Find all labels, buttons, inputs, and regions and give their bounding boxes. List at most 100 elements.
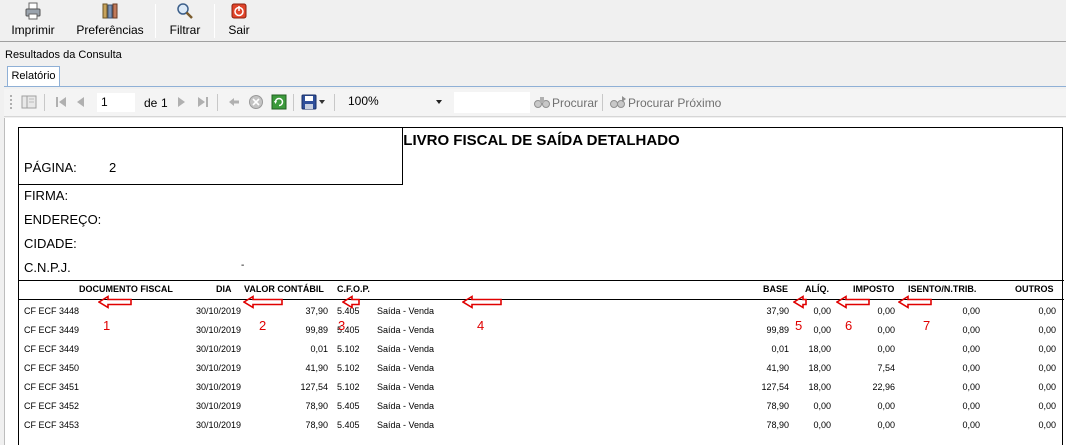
annotation-arrow-icon xyxy=(342,295,360,309)
toolbar-divider xyxy=(214,4,215,38)
annotation-number: 5 xyxy=(795,318,803,333)
page-label: PÁGINA: xyxy=(24,160,77,175)
toolbar-divider xyxy=(44,94,45,111)
report-toolbar: 1 de 1 100% Procurar Procurar Próximo xyxy=(4,89,1066,117)
filter-magnifier-icon xyxy=(176,2,194,20)
table-row: CF ECF 3450 30/10/2019 41,90 5.102 Saída - V… xyxy=(19,360,1064,379)
tab-report[interactable]: Relatório xyxy=(7,66,60,87)
preferences-icon xyxy=(101,2,119,20)
last-page-icon[interactable] xyxy=(196,95,210,112)
header-box-bottom xyxy=(19,184,403,185)
cnpj-value: - xyxy=(241,260,245,271)
report-viewer[interactable]: LIVRO FISCAL DE SAÍDA DETALHADO PÁGINA: … xyxy=(4,118,1066,445)
document-map-icon[interactable] xyxy=(21,94,37,113)
page-total: 1 xyxy=(161,96,168,110)
find-next-icon xyxy=(610,95,626,112)
cell-dia: 30/10/2019 xyxy=(195,363,241,373)
zoom-select[interactable]: 100% xyxy=(344,92,448,113)
table-row: CF ECF 3449 30/10/2019 99,89 5.405 Saída - V… xyxy=(19,322,1064,341)
save-icon[interactable] xyxy=(301,94,317,113)
print-button[interactable]: Imprimir xyxy=(8,2,58,40)
stop-icon[interactable] xyxy=(248,94,264,113)
annotation-number: 2 xyxy=(259,318,267,333)
toolbar-divider xyxy=(217,94,218,111)
cell-dia: 30/10/2019 xyxy=(195,401,241,411)
page-number: 2 xyxy=(109,160,117,175)
cell-aliq: 18,00 xyxy=(808,363,831,373)
cell-outros: 0,00 xyxy=(1038,344,1056,354)
find-next-button[interactable]: Procurar Próximo xyxy=(628,96,721,110)
cell-desc: Saída - Venda xyxy=(377,420,435,430)
cell-aliq: 0,00 xyxy=(813,401,831,411)
back-icon[interactable] xyxy=(227,95,241,112)
annotation-number: 7 xyxy=(923,318,931,333)
cell-outros: 0,00 xyxy=(1038,420,1056,430)
cell-valor: 78,90 xyxy=(305,401,328,411)
export-dropdown-arrow-icon[interactable] xyxy=(319,100,325,104)
cell-desc: Saída - Venda xyxy=(377,382,435,392)
cell-cfop: 5.102 xyxy=(337,382,360,392)
filter-label: Filtrar xyxy=(169,23,201,37)
find-input[interactable] xyxy=(454,92,530,113)
previous-page-icon[interactable] xyxy=(74,95,88,112)
cell-base: 99,89 xyxy=(766,325,789,335)
first-page-icon[interactable] xyxy=(54,95,68,112)
cell-isento: 0,00 xyxy=(962,382,980,392)
cell-dia: 30/10/2019 xyxy=(195,382,241,392)
cell-base: 37,90 xyxy=(766,306,789,316)
toolbar-divider xyxy=(293,94,294,111)
page-of-label: de xyxy=(144,96,158,110)
filter-button[interactable]: Filtrar xyxy=(167,2,203,40)
toolbar-divider xyxy=(334,94,335,111)
cell-doc: CF ECF 3449 xyxy=(24,344,80,354)
exit-button[interactable]: Sair xyxy=(225,2,253,40)
report-page: LIVRO FISCAL DE SAÍDA DETALHADO PÁGINA: … xyxy=(18,127,1064,445)
cell-base: 41,90 xyxy=(766,363,789,373)
exit-icon xyxy=(230,2,248,20)
annotation-arrow-icon xyxy=(462,295,502,309)
cell-cfop: 5.405 xyxy=(337,420,360,430)
column-header-isento: ISENTO/N.TRIB. xyxy=(908,284,977,294)
next-page-icon[interactable] xyxy=(174,95,188,112)
cell-dia: 30/10/2019 xyxy=(195,344,241,354)
cell-cfop: 5.102 xyxy=(337,344,360,354)
cell-desc: Saída - Venda xyxy=(377,306,435,316)
preferences-button[interactable]: Preferências xyxy=(75,2,145,40)
cell-valor: 0,01 xyxy=(310,344,328,354)
refresh-icon[interactable] xyxy=(271,94,287,113)
cell-dia: 30/10/2019 xyxy=(195,325,241,335)
cell-doc: CF ECF 3452 xyxy=(24,401,80,411)
find-button[interactable]: Procurar xyxy=(552,96,598,110)
tab-divider xyxy=(4,86,1066,87)
cell-dia: 30/10/2019 xyxy=(195,420,241,430)
table-row: CF ECF 3449 30/10/2019 0,01 5.102 Saída - Ve… xyxy=(19,341,1064,360)
annotation-arrow-icon xyxy=(98,295,132,309)
cell-imposto: 0,00 xyxy=(877,420,895,430)
annotation-arrow-icon xyxy=(793,295,807,309)
cell-outros: 0,00 xyxy=(1038,306,1056,316)
annotation-number: 4 xyxy=(477,318,485,333)
cell-desc: Saída - Venda xyxy=(377,344,435,354)
column-header-top-line xyxy=(19,280,1064,281)
cell-imposto: 0,00 xyxy=(877,401,895,411)
column-header-base: BASE xyxy=(763,284,789,294)
page-number-input[interactable]: 1 xyxy=(96,92,136,113)
cell-aliq: 0,00 xyxy=(813,420,831,430)
cell-isento: 0,00 xyxy=(962,363,980,373)
preferences-label: Preferências xyxy=(76,23,144,37)
city-label: CIDADE: xyxy=(24,236,77,251)
cell-desc: Saída - Venda xyxy=(377,325,435,335)
cell-isento: 0,00 xyxy=(962,325,980,335)
cell-valor: 41,90 xyxy=(305,363,328,373)
cell-doc: CF ECF 3450 xyxy=(24,363,80,373)
cell-imposto: 0,00 xyxy=(877,344,895,354)
cell-desc: Saída - Venda xyxy=(377,363,435,373)
exit-label: Sair xyxy=(228,23,250,37)
cell-outros: 0,00 xyxy=(1038,325,1056,335)
cell-desc: Saída - Venda xyxy=(377,401,435,411)
cell-valor: 78,90 xyxy=(305,420,328,430)
binoculars-icon xyxy=(534,95,550,112)
annotation-number: 6 xyxy=(845,318,853,333)
column-header-aliq: ALÍQ. xyxy=(805,284,829,294)
annotation-arrow-icon xyxy=(836,295,870,309)
